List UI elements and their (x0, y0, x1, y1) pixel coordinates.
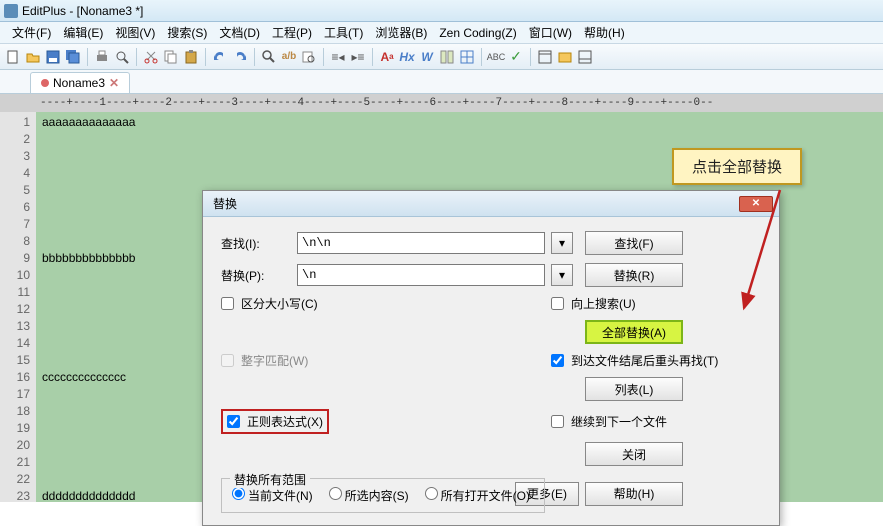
tab-close-icon[interactable]: ✕ (109, 76, 119, 90)
titlebar: EditPlus - [Noname3 *] (0, 0, 883, 22)
column-icon[interactable] (438, 48, 456, 66)
indent-left-icon[interactable]: ≡◂ (329, 48, 347, 66)
separator (87, 48, 88, 66)
dialog-close-button[interactable]: ✕ (739, 196, 773, 212)
scope-allopen-radio[interactable] (425, 487, 438, 500)
menu-window[interactable]: 窗口(W) (523, 22, 578, 43)
font-icon[interactable]: Aa (378, 48, 396, 66)
window-title: EditPlus - [Noname3 *] (22, 4, 143, 18)
replace-all-button[interactable]: 全部替换(A) (585, 320, 683, 344)
replace-button[interactable]: 替换(R) (585, 263, 683, 287)
separator (254, 48, 255, 66)
replace-icon[interactable]: a/b (280, 48, 298, 66)
menu-help[interactable]: 帮助(H) (578, 22, 631, 43)
spell-icon[interactable]: ABC (487, 48, 505, 66)
menu-zen[interactable]: Zen Coding(Z) (433, 24, 522, 42)
ruler: ----+----1----+----2----+----3----+----4… (0, 94, 883, 112)
window-icon[interactable] (536, 48, 554, 66)
separator (530, 48, 531, 66)
case-checkbox[interactable] (221, 297, 234, 310)
app-icon (4, 4, 18, 18)
replace-dialog: 替换 ✕ 查找(I): ▾ 查找(F) 替换(P): ▾ 替换(R) 区分大小写… (202, 190, 780, 526)
save-icon[interactable] (44, 48, 62, 66)
menu-document[interactable]: 文档(D) (213, 22, 266, 43)
tab-noname3[interactable]: Noname3 ✕ (30, 72, 130, 93)
menu-tool[interactable]: 工具(T) (318, 22, 369, 43)
menu-edit[interactable]: 编辑(E) (57, 22, 109, 43)
copy-icon[interactable] (162, 48, 180, 66)
find-icon[interactable] (260, 48, 278, 66)
separator (323, 48, 324, 66)
menu-project[interactable]: 工程(P) (266, 22, 318, 43)
list-button[interactable]: 列表(L) (585, 377, 683, 401)
dialog-titlebar[interactable]: 替换 ✕ (203, 191, 779, 217)
regex-highlight: 正则表达式(X) (221, 409, 329, 434)
indent-right-icon[interactable]: ▸≡ (349, 48, 367, 66)
toolbar: a/b ≡◂ ▸≡ Aa Hx W ABC ✓ (0, 44, 883, 70)
tab-label: Noname3 (53, 76, 105, 90)
find-input[interactable] (297, 232, 545, 254)
dialog-title: 替换 (213, 195, 237, 212)
menu-browser[interactable]: 浏览器(B) (369, 22, 433, 43)
scope-title: 替换所有范围 (230, 471, 310, 488)
scope-allopen[interactable]: 所有打开文件(O) (425, 487, 530, 504)
paste-icon[interactable] (182, 48, 200, 66)
menu-file[interactable]: 文件(F) (6, 22, 57, 43)
wrap-label: 到达文件结尾后重头再找(T) (571, 352, 718, 369)
tabbar: Noname3 ✕ (0, 70, 883, 94)
annotation-callout: 点击全部替换 (672, 148, 802, 185)
find-history-dropdown[interactable]: ▾ (551, 232, 573, 254)
check-icon[interactable]: ✓ (507, 48, 525, 66)
undo-icon[interactable] (211, 48, 229, 66)
output-icon[interactable] (576, 48, 594, 66)
separator (372, 48, 373, 66)
regex-label: 正则表达式(X) (247, 413, 323, 430)
open-icon[interactable] (24, 48, 42, 66)
find-label: 查找(I): (221, 235, 291, 252)
scope-selection-radio[interactable] (329, 487, 342, 500)
word-icon[interactable]: W (418, 48, 436, 66)
new-icon[interactable] (4, 48, 22, 66)
saveall-icon[interactable] (64, 48, 82, 66)
replace-input[interactable] (297, 264, 545, 286)
scope-group: 替换所有范围 当前文件(N) 所选内容(S) 所有打开文件(O) (221, 478, 545, 513)
preview-icon[interactable] (113, 48, 131, 66)
scope-selection[interactable]: 所选内容(S) (329, 487, 409, 504)
findfiles-icon[interactable] (300, 48, 318, 66)
gutter: 1234567891011121314151617181920212223 (0, 112, 36, 502)
menu-view[interactable]: 视图(V) (109, 22, 161, 43)
replace-history-dropdown[interactable]: ▾ (551, 264, 573, 286)
scope-current[interactable]: 当前文件(N) (232, 487, 313, 504)
separator (205, 48, 206, 66)
grid-icon[interactable] (458, 48, 476, 66)
wholeword-label: 整字匹配(W) (241, 352, 308, 369)
upward-checkbox[interactable] (551, 297, 564, 310)
print-icon[interactable] (93, 48, 111, 66)
wholeword-checkbox (221, 354, 234, 367)
cut-icon[interactable] (142, 48, 160, 66)
redo-icon[interactable] (231, 48, 249, 66)
case-label: 区分大小写(C) (241, 295, 318, 312)
continue-label: 继续到下一个文件 (571, 413, 667, 430)
separator (136, 48, 137, 66)
modified-icon (41, 79, 49, 87)
wrap-checkbox[interactable] (551, 354, 564, 367)
find-button[interactable]: 查找(F) (585, 231, 683, 255)
regex-checkbox[interactable] (227, 415, 240, 428)
upward-label: 向上搜索(U) (571, 295, 636, 312)
scope-current-radio[interactable] (232, 487, 245, 500)
hex-icon[interactable]: Hx (398, 48, 416, 66)
replace-label: 替换(P): (221, 267, 291, 284)
continue-checkbox[interactable] (551, 415, 564, 428)
menu-search[interactable]: 搜索(S) (161, 22, 213, 43)
menubar: 文件(F) 编辑(E) 视图(V) 搜索(S) 文档(D) 工程(P) 工具(T… (0, 22, 883, 44)
separator (481, 48, 482, 66)
directory-icon[interactable] (556, 48, 574, 66)
close-button[interactable]: 关闭 (585, 442, 683, 466)
